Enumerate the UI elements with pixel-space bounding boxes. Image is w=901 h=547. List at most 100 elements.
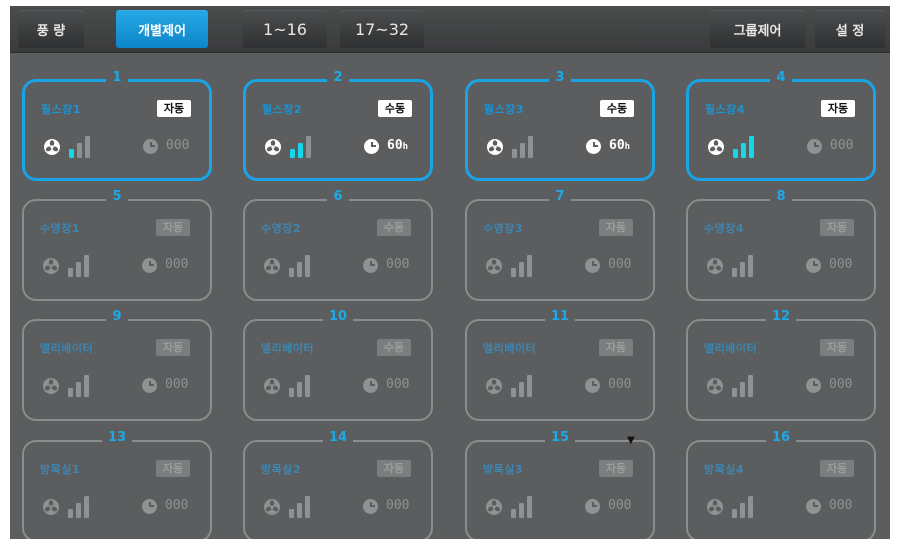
clock-icon (585, 258, 600, 273)
mode-badge[interactable]: 자동 (820, 339, 854, 356)
fan-speed-bar (740, 262, 745, 277)
mode-badge[interactable]: 자동 (156, 339, 190, 356)
clock-icon (363, 258, 378, 273)
mode-badge[interactable]: 자동 (599, 339, 633, 356)
zone-card[interactable]: 14 방목실2 자동 000 (243, 430, 433, 539)
fan-speed-bar (69, 149, 74, 158)
zone-card[interactable]: 12 엘리베이터 자동 000 (686, 309, 876, 421)
tab-range-17-32[interactable]: 17~32 (340, 10, 424, 48)
fan-speed-bar (305, 375, 310, 397)
timer-number: 000 (386, 498, 410, 513)
timer-value: 000 (829, 377, 852, 392)
zone-name: 엘리베이터 (40, 342, 94, 355)
timer-value: 000 (829, 257, 852, 272)
timer-number: 000 (165, 498, 189, 513)
signal-bars-icon (512, 136, 536, 158)
mode-badge[interactable]: 자동 (599, 460, 633, 477)
clock-icon (586, 139, 601, 154)
control-screen: 풍 량 개별제어 1~16 17~32 그룹제어 설 정 1 필스장1 자동 000 2 필스장2 수… (10, 6, 890, 539)
fan-speed-bar (76, 382, 81, 397)
zone-name: 엘리베이터 (483, 342, 537, 355)
tab-group-control[interactable]: 그룹제어 (710, 10, 805, 48)
fan-speed-bar (748, 375, 753, 397)
fan-speed-bar (527, 496, 532, 518)
mode-badge[interactable]: 자동 (377, 460, 411, 477)
fan-speed-bar (84, 255, 89, 277)
zone-name: 방목실2 (261, 463, 302, 476)
zone-number-label: 6 (327, 189, 349, 204)
fan-speed-bar (290, 149, 295, 158)
zone-card[interactable]: 7 수영장3 자동 000 (465, 189, 655, 301)
zone-card[interactable]: 13 방목실1 자동 000 (22, 430, 212, 539)
zone-name: 방목실1 (40, 463, 81, 476)
timer-value: 000 (386, 377, 409, 392)
timer-number: 000 (829, 377, 853, 392)
zone-card[interactable]: 9 엘리베이터 자동 000 (22, 309, 212, 421)
fan-speed-bar (749, 136, 754, 158)
tab-airflow[interactable]: 풍 량 (18, 10, 84, 48)
fan-speed-bar (297, 382, 302, 397)
timer-value: 000 (386, 257, 409, 272)
fan-speed-bar (297, 262, 302, 277)
zone-card[interactable]: 4 필스장4 자동 000 (686, 70, 876, 181)
zone-card[interactable]: 15 방목실3 자동 000 (465, 430, 655, 539)
zone-card[interactable]: 1 필스장1 자동 000 (22, 70, 212, 181)
mode-badge[interactable]: 자동 (157, 100, 191, 117)
fan-speed-bar (77, 143, 82, 158)
zone-name: 수영장1 (40, 222, 81, 235)
zone-card[interactable]: 6 수영장2 수동 000 (243, 189, 433, 301)
timer-number: 000 (165, 257, 189, 272)
zone-number: 15 (467, 430, 653, 445)
timer-number: 60 (387, 138, 403, 153)
signal-bars-icon (511, 375, 535, 397)
mode-badge[interactable]: 수동 (377, 219, 411, 236)
top-tab-bar: 풍 량 개별제어 1~16 17~32 그룹제어 설 정 (10, 6, 890, 53)
timer-value: 000 (165, 498, 188, 513)
fan-speed-bar (84, 375, 89, 397)
zone-card[interactable]: 2 필스장2 수동 60h (243, 70, 433, 181)
mode-badge[interactable]: 자동 (156, 460, 190, 477)
zone-card[interactable]: 16 방목실4 자동 000 (686, 430, 876, 539)
fan-icon (42, 498, 60, 516)
fan-icon (42, 257, 60, 275)
fan-speed-bar (289, 268, 294, 277)
zone-name: 필스장3 (484, 103, 525, 116)
mode-badge[interactable]: 자동 (599, 219, 633, 236)
fan-speed-bar (68, 388, 73, 397)
fan-icon (706, 257, 724, 275)
zone-card[interactable]: 5 수영장1 자동 000 (22, 189, 212, 301)
mode-badge[interactable]: 수동 (377, 339, 411, 356)
zone-card[interactable]: 10 엘리베이터 수동 000 (243, 309, 433, 421)
signal-bars-icon (68, 496, 92, 518)
zone-card[interactable]: 3 필스장3 수동 60h (465, 70, 655, 181)
zone-name: 필스장1 (41, 103, 82, 116)
mode-badge[interactable]: 자동 (821, 100, 855, 117)
tab-range-1-16[interactable]: 1~16 (243, 10, 327, 48)
tab-settings[interactable]: 설 정 (815, 10, 885, 48)
zone-number-label: 9 (106, 309, 128, 324)
zone-grid: 1 필스장1 자동 000 2 필스장2 수동 60h 3 필스장3 수동 60h 4 필스장4 자동 000… (10, 52, 890, 539)
timer-number: 000 (386, 377, 410, 392)
timer-number: 60 (609, 138, 625, 153)
zone-number: 9 (24, 309, 210, 324)
mode-badge[interactable]: 수동 (600, 100, 634, 117)
fan-speed-bar (85, 136, 90, 158)
signal-bars-icon (289, 375, 313, 397)
clock-icon (142, 499, 157, 514)
zone-number: 16 (688, 430, 874, 445)
mode-badge[interactable]: 자동 (156, 219, 190, 236)
tab-individual-control[interactable]: 개별제어 (116, 10, 208, 48)
fan-speed-bar (298, 143, 303, 158)
timer-number: 000 (386, 257, 410, 272)
mode-badge[interactable]: 자동 (820, 460, 854, 477)
timer-value: 60h (609, 138, 630, 153)
zone-number-label: 5 (106, 189, 128, 204)
fan-icon (43, 138, 61, 156)
mode-badge[interactable]: 수동 (378, 100, 412, 117)
zone-card[interactable]: 8 수영장4 자동 000 (686, 189, 876, 301)
clock-icon (363, 499, 378, 514)
clock-icon (806, 499, 821, 514)
zone-card[interactable]: 11 엘리베이터 자동 000 (465, 309, 655, 421)
clock-icon (142, 258, 157, 273)
mode-badge[interactable]: 자동 (820, 219, 854, 236)
